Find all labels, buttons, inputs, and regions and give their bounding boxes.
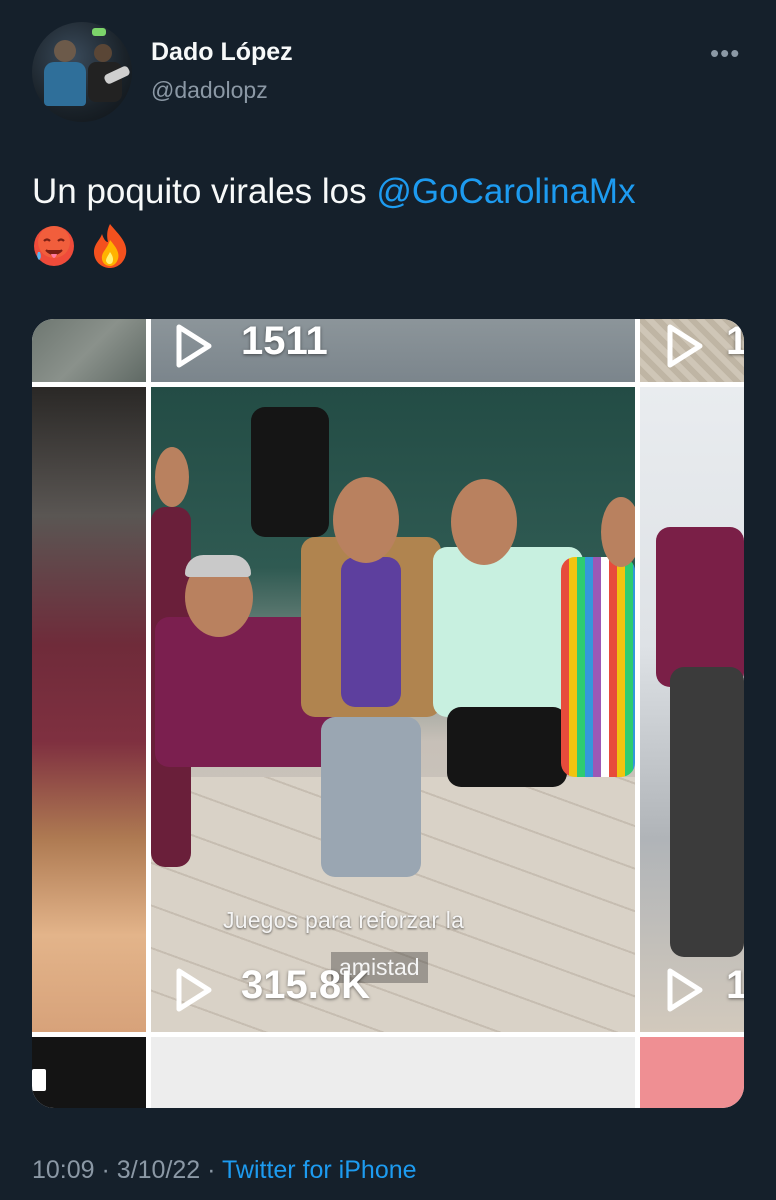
cap — [185, 555, 251, 577]
person-shorts — [447, 707, 567, 787]
tweet-time[interactable]: 10:09 — [32, 1156, 95, 1184]
view-count: 1 — [726, 963, 744, 1007]
caption-line: Juegos para reforzar la — [223, 907, 465, 933]
tweet-meta: 10:09 · 3/10/22 · Twitter for iPhone — [32, 1156, 417, 1185]
author-name[interactable]: Dado López — [151, 38, 293, 67]
video-thumbnail[interactable]: 1 — [640, 387, 744, 1032]
avatar-person-body — [44, 62, 86, 106]
avatar[interactable] — [32, 22, 132, 122]
video-thumbnail[interactable] — [32, 1037, 146, 1108]
person-shirt — [341, 557, 401, 707]
tweet-header: Dado López @dadolopz ••• — [0, 0, 776, 140]
view-count: 315.8K — [241, 963, 370, 1007]
more-options-icon[interactable]: ••• — [710, 38, 740, 69]
media-grid[interactable]: 1511 1 Juegos para reforzar la amistad 3… — [32, 319, 744, 1108]
avatar-stage-light — [92, 28, 106, 36]
person — [656, 527, 744, 687]
separator: · — [207, 1156, 222, 1184]
separator: · — [101, 1156, 117, 1184]
video-thumbnail-main[interactable]: Juegos para reforzar la amistad 315.8K — [151, 387, 635, 1032]
fire-emoji — [94, 224, 127, 268]
view-count: 1511 — [241, 319, 328, 363]
person — [561, 557, 635, 777]
video-thumbnail[interactable] — [151, 1037, 635, 1108]
tweet-text-body: Un poquito virales los — [32, 172, 377, 211]
person-head — [155, 447, 189, 507]
source-link[interactable]: Twitter for iPhone — [222, 1156, 417, 1184]
hot-face-emoji — [34, 226, 74, 266]
person-head — [451, 479, 517, 565]
avatar-person-head — [54, 40, 76, 62]
speaker-image — [251, 407, 329, 537]
video-thumbnail[interactable]: 1511 — [151, 319, 635, 382]
author-handle[interactable]: @dadolopz — [151, 77, 268, 104]
video-thumbnail[interactable]: 1 — [640, 319, 744, 382]
person — [670, 667, 744, 957]
person-jeans — [321, 717, 421, 877]
mention-link[interactable]: @GoCarolinaMx — [376, 172, 635, 211]
video-thumbnail[interactable] — [32, 387, 146, 1032]
person-head — [333, 477, 399, 563]
view-count: 1 — [726, 319, 744, 363]
thumbnail-label — [32, 1069, 46, 1091]
person-head — [601, 497, 635, 567]
tweet-text: Un poquito virales los @GoCarolinaMx — [32, 168, 752, 216]
video-thumbnail[interactable] — [640, 1037, 744, 1108]
video-thumbnail[interactable] — [32, 319, 146, 382]
avatar-person-head — [94, 44, 112, 62]
tweet-date[interactable]: 3/10/22 — [117, 1156, 200, 1184]
